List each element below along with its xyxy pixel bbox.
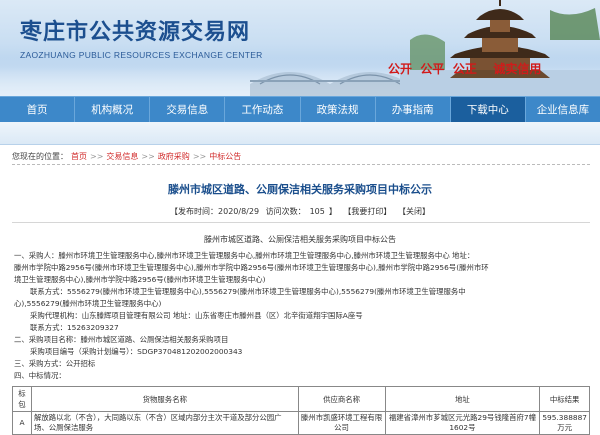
bridge-graphic: [250, 72, 410, 96]
body-line: 四、中标情况：: [14, 371, 66, 380]
breadcrumb-procurement[interactable]: 政府采购: [158, 151, 190, 162]
document-title: 滕州市城区道路、公厕保洁相关服务采购项目中标公告: [204, 235, 396, 244]
article-title: 滕州市城区道路、公厕保洁相关服务采购项目中标公示: [168, 183, 432, 196]
nav-item-guide[interactable]: 办事指南: [376, 97, 451, 123]
breadcrumb-separator: >>: [141, 152, 155, 161]
body-line: 采购代理机构：山东滕辉项目管理有限公司 地址：山东省枣庄市滕州县（区）北辛街道翔…: [30, 311, 363, 320]
nav-item-company-db[interactable]: 企业信息库: [526, 97, 600, 123]
article-meta: 【发布时间：2020/8/29 访问次数： 105】 【我要打印】 【关闭】: [0, 206, 600, 217]
visits-label: 访问次数：: [265, 207, 306, 216]
breadcrumb-separator: >>: [192, 152, 207, 161]
body-line: 一、采购人：滕州市环境卫生管理服务中心,滕州市环境卫生管理服务中心,滕州市环境卫…: [14, 251, 475, 260]
table-cell: 滕州市凯盛环境工程有限公司: [297, 411, 386, 435]
site-slogan: 公开 公平 公正 诚实信用: [388, 62, 542, 76]
nav-item-home[interactable]: 首页: [0, 97, 76, 123]
nav-item-trading-info[interactable]: 交易信息: [150, 97, 226, 123]
nav-item-about[interactable]: 机构概况: [75, 97, 151, 123]
table-row: A 解放路以北（不含），大同路以东（不含）区域内部分主次干道及部分公园广场、公厕…: [12, 411, 590, 435]
body-line: 滕州市学院中路2956号(滕州市环境卫生管理服务中心),滕州市学院中路2956号…: [14, 263, 489, 272]
sub-bar: [0, 122, 600, 145]
award-table: 标包 货物服务名称 供应商名称 地址 中标结果 A 解放路以北（不含），大同路以…: [12, 386, 590, 435]
breadcrumb-home[interactable]: 首页: [71, 151, 87, 162]
breadcrumb-award-notice[interactable]: 中标公告: [209, 151, 241, 162]
table-header-row: 标包 货物服务名称 供应商名称 地址 中标结果: [12, 386, 590, 412]
nav-item-policies[interactable]: 政策法规: [301, 97, 376, 123]
breadcrumb-trading-info[interactable]: 交易信息: [106, 151, 138, 162]
meta-divider: [12, 222, 590, 223]
body-line: 心),5556279(滕州市环境卫生管理服务中心): [14, 299, 162, 308]
close-link[interactable]: 【关闭】: [398, 207, 430, 216]
table-cell: 595.388887万元: [539, 411, 590, 435]
breadcrumb: 您现在的位置： 首页 >> 交易信息 >> 政府采购 >> 中标公告: [12, 151, 592, 162]
nav-item-downloads[interactable]: 下载中心: [450, 97, 526, 123]
body-line: 联系方式：5556279(滕州市环境卫生管理服务中心),5556279(滕州市环…: [30, 287, 466, 296]
table-cell: 福建省漳州市芗城区元光路29号钱隆首府7幢1602号: [384, 411, 541, 435]
print-link[interactable]: 【我要打印】: [343, 207, 391, 216]
breadcrumb-prefix: 您现在的位置：: [12, 152, 68, 161]
publish-date: 【发布时间：2020/8/29: [170, 207, 260, 216]
body-line: 境卫生管理服务中心),滕州市学院中路2956号(滕州市环境卫生管理服务中心): [14, 275, 266, 284]
table-header: 标包: [12, 386, 32, 412]
table-header: 地址: [384, 386, 541, 412]
breadcrumb-separator: >>: [90, 152, 104, 161]
body-line: 三、采购方式：公开招标: [14, 359, 96, 368]
table-header: 货物服务名称: [30, 386, 299, 412]
table-cell: A: [12, 411, 32, 435]
body-line: 采购项目编号（采购计划编号）：SDGP370481202002000343: [30, 347, 243, 356]
header-banner: 枣庄市公共资源交易网 ZAOZHUANG PUBLIC RESOURCES EX…: [0, 0, 600, 96]
visits-count: 105: [309, 207, 325, 216]
main-nav: 首页 机构概况 交易信息 工作动态 政策法规 办事指南 下载中心 企业信息库: [0, 96, 600, 123]
body-line: 二、采购项目名称：滕州市城区道路、公厕保洁相关服务采购项目: [14, 335, 229, 344]
pagoda-graphic: [400, 0, 600, 96]
nav-item-work-news[interactable]: 工作动态: [225, 97, 301, 123]
table-header: 供应商名称: [297, 386, 386, 412]
visits-end: 】: [328, 207, 337, 216]
table-cell: 解放路以北（不含），大同路以东（不含）区域内部分主次干道及部分公园广场、公厕保洁…: [30, 411, 299, 435]
table-header: 中标结果: [539, 386, 590, 412]
site-title: 枣庄市公共资源交易网: [20, 19, 251, 45]
site-subtitle: ZAOZHUANG PUBLIC RESOURCES EXCHANGE CENT…: [20, 50, 263, 60]
breadcrumb-divider: [12, 164, 590, 165]
article-body: 一、采购人：滕州市环境卫生管理服务中心,滕州市环境卫生管理服务中心,滕州市环境卫…: [14, 250, 588, 382]
body-line: 联系方式：15263209327: [30, 323, 119, 332]
